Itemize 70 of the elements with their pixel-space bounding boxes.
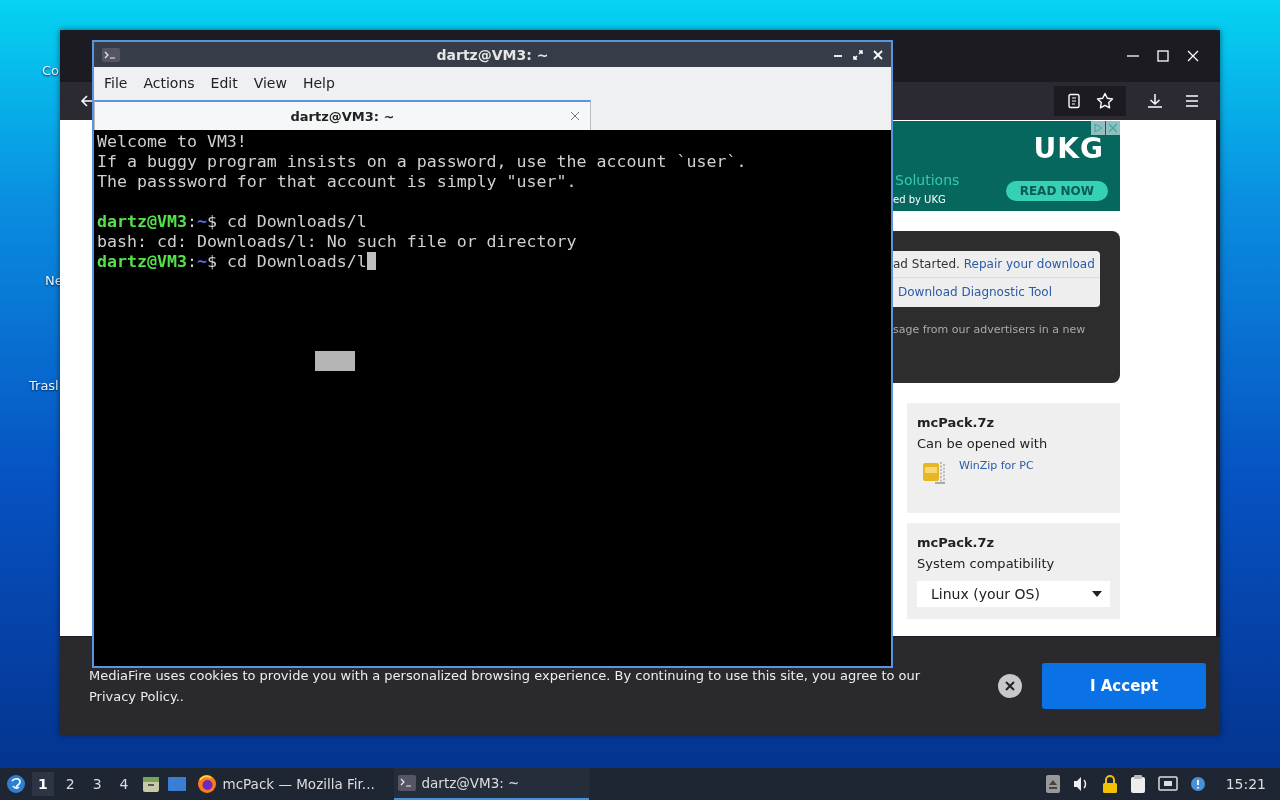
back-arrow-icon[interactable] (80, 93, 94, 108)
notice-text: ad Started. (893, 256, 960, 271)
download-icon[interactable] (1146, 91, 1164, 110)
desktop-icon-label[interactable]: Trasl (29, 378, 59, 393)
file-name: mcPack.7z (917, 534, 996, 550)
menu-item[interactable]: Help (294, 71, 343, 95)
terminal-icon (397, 775, 416, 791)
prompt-path: ~ (196, 252, 207, 271)
card-subtitle: System compatibility (917, 555, 1056, 571)
prompt-separator: : (186, 212, 197, 231)
clipboard-icon[interactable] (1129, 774, 1146, 794)
close-icon[interactable] (998, 674, 1023, 699)
console-command: $ cd Downloads/l (206, 212, 367, 231)
maximize-icon[interactable] (1156, 48, 1170, 63)
close-tab-icon[interactable] (570, 111, 580, 121)
console-output: bash: cd: Downloads/l: No such file or directory (97, 232, 577, 251)
terminal-tab[interactable]: dartz@VM3: ~ (94, 100, 591, 130)
selection-block (315, 351, 355, 371)
workspace-button[interactable]: 3 (86, 772, 108, 796)
prompt-separator: : (186, 252, 197, 271)
firefox-icon (196, 774, 217, 794)
os-dropdown[interactable]: Linux (your OS) (917, 580, 1110, 607)
file-manager-icon[interactable] (140, 774, 161, 794)
accept-button[interactable]: I Accept (1042, 663, 1206, 710)
desktop-icon[interactable] (166, 774, 187, 794)
lock-icon[interactable] (1101, 774, 1118, 794)
ad-close-icon[interactable] (1106, 120, 1120, 135)
maximize-icon[interactable] (853, 49, 863, 60)
prompt-path: ~ (196, 212, 207, 231)
eject-icon[interactable] (1045, 775, 1060, 793)
winzip-link[interactable]: WinZip for PC (959, 458, 1034, 472)
card-subtitle: Can be opened with (917, 435, 1049, 451)
console-output: Welcome to VM3! (97, 132, 247, 151)
read-now-button[interactable]: READ NOW (1005, 180, 1108, 201)
window-title: dartz@VM3: ~ (436, 46, 549, 63)
advertiser-note: sage from our advertisers in a new (893, 322, 1087, 336)
file-name: mcPack.7z (917, 414, 996, 430)
reader-view-icon[interactable] (1066, 92, 1082, 109)
cookie-notice-text: MediaFire uses cookies to provide you with a personalized browsing experience. By continuing to use this site, you agree to our Privacy Policy.. (89, 667, 922, 707)
ad-banner[interactable]: UKG Solutions ed by UKG READ NOW (893, 120, 1120, 211)
ad-logo: UKG (1033, 134, 1104, 163)
workspace-button[interactable]: 2 (59, 772, 81, 796)
menu-item[interactable]: File (96, 71, 136, 95)
prompt-user: dartz@VM3 (97, 252, 187, 271)
console-output: If a buggy program insists on a password, use the account `user`. (97, 152, 747, 171)
ad-choices-icon[interactable] (1091, 120, 1105, 135)
dropdown-caret-icon (1092, 590, 1102, 597)
console-command: $ cd Downloads/l (206, 252, 367, 271)
workspace-button[interactable]: 4 (113, 772, 135, 796)
app-menu-icon[interactable] (6, 774, 26, 794)
network-icon[interactable] (1157, 775, 1178, 793)
close-icon[interactable] (1186, 48, 1200, 63)
taskbar-button[interactable]: mcPack — Mozilla Fir... (192, 768, 388, 800)
menu-item[interactable]: Actions (135, 71, 203, 95)
ad-sponsor-text: ed by UKG (893, 193, 946, 205)
menu-item[interactable]: View (245, 71, 295, 95)
close-icon[interactable] (873, 49, 883, 60)
taskbar-button[interactable]: dartz@VM3: ~ (393, 768, 589, 800)
terminal-icon (102, 47, 120, 62)
console-output: The passsword for that account is simply "user". (97, 172, 577, 191)
menu-icon[interactable] (1184, 92, 1200, 109)
repair-link[interactable]: Repair your download (963, 256, 1095, 271)
diagnostic-tool-link[interactable]: Download Diagnostic Tool (898, 284, 1052, 299)
prompt-user: dartz@VM3 (97, 212, 187, 231)
workspace-button[interactable]: 1 (32, 772, 54, 796)
notification-icon[interactable] (1189, 776, 1206, 792)
clock[interactable]: 15:21 (1225, 776, 1266, 792)
bookmark-star-icon[interactable] (1096, 91, 1114, 110)
menu-item[interactable]: Edit (202, 71, 246, 95)
ad-headline: Solutions (895, 171, 960, 188)
